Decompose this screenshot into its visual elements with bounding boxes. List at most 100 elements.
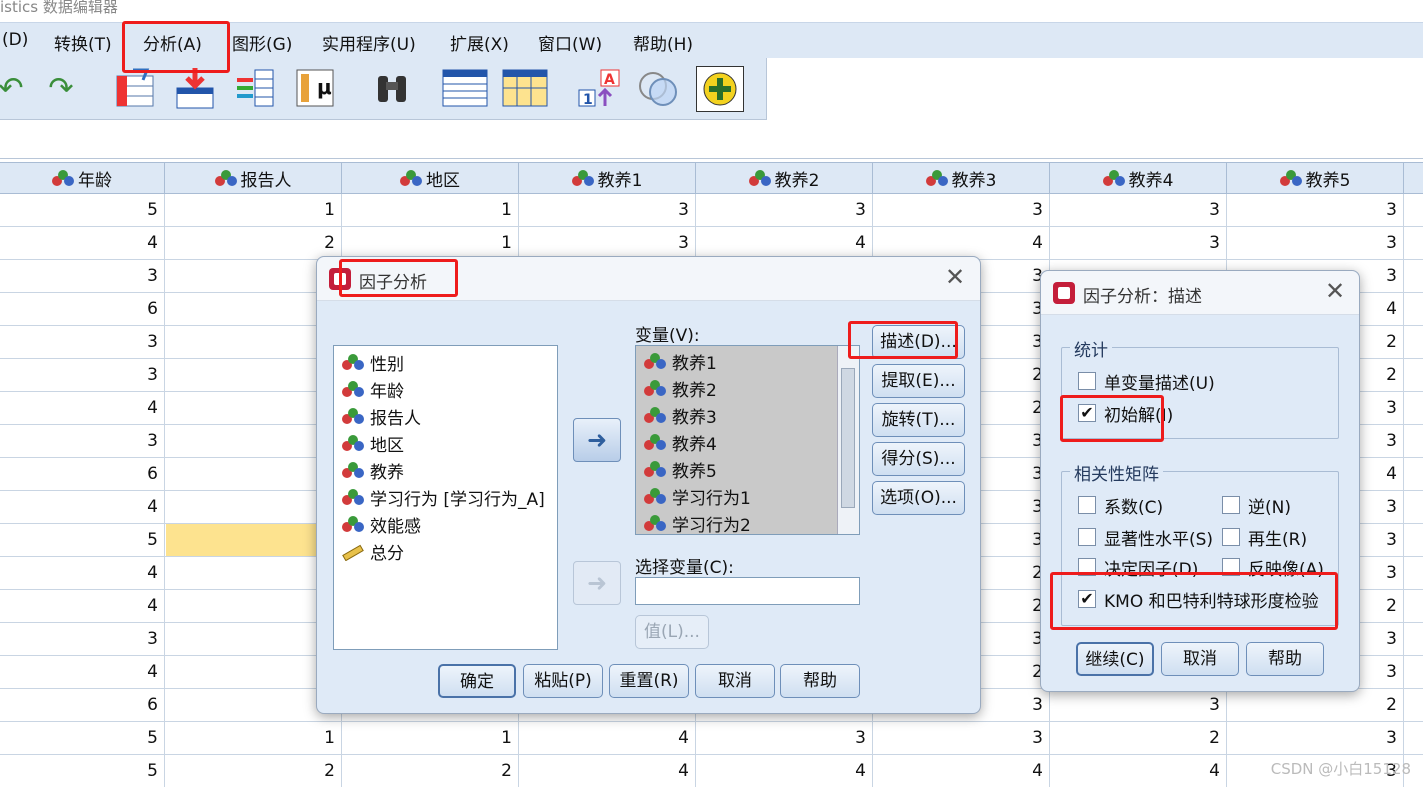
list-item[interactable]: 总分 (342, 538, 404, 565)
grid-cell[interactable]: 3 (873, 194, 1050, 226)
univariate-checkbox[interactable] (1078, 372, 1096, 390)
grid-cell[interactable]: 4 (519, 722, 696, 754)
grid-cell[interactable]: 4 (873, 227, 1050, 259)
reset-button[interactable]: 重置(R) (609, 664, 689, 698)
grid-cell[interactable]: 3 (873, 722, 1050, 754)
split-file-icon[interactable] (500, 64, 550, 112)
list-item[interactable]: 年龄 (342, 376, 404, 403)
kmo-bartlett-checkbox[interactable]: ✔ (1078, 590, 1096, 608)
grid-cell[interactable]: 3 (0, 425, 165, 457)
insert-cases-icon[interactable] (440, 64, 490, 112)
close-icon[interactable]: ✕ (1325, 279, 1345, 303)
column-header[interactable]: 教养2 (696, 163, 873, 194)
move-right-arrow-icon[interactable]: ➜ (573, 561, 621, 605)
find-icon[interactable] (367, 64, 417, 112)
cancel-button[interactable]: 取消 (1161, 642, 1239, 676)
grid-cell[interactable]: 3 (696, 722, 873, 754)
menu-analyze[interactable]: 分析(A) (143, 30, 202, 55)
initial-solution-checkbox[interactable]: ✔ (1078, 404, 1096, 422)
menu-transform[interactable]: 转换(T) (54, 30, 112, 55)
grid-cell[interactable]: 4 (519, 755, 696, 787)
cancel-button[interactable]: 取消 (695, 664, 775, 698)
list-item[interactable]: 教养3 (644, 402, 717, 429)
grid-cell[interactable]: 1 (342, 227, 519, 259)
select-cases-icon[interactable] (634, 64, 684, 112)
grid-cell[interactable]: 4 (0, 656, 165, 688)
extraction-button[interactable]: 提取(E)... (872, 364, 965, 398)
goto-variable-icon[interactable] (170, 64, 220, 112)
grid-cell[interactable]: 3 (1227, 227, 1404, 259)
list-item[interactable]: 效能感 (342, 511, 421, 538)
grid-cell[interactable]: 3 (0, 260, 165, 292)
grid-cell[interactable]: 4 (1050, 755, 1227, 787)
continue-button[interactable]: 继续(C) (1076, 642, 1154, 676)
list-item[interactable]: 性别 (342, 349, 404, 376)
grid-cell[interactable]: 4 (696, 755, 873, 787)
grid-cell[interactable]: 5 (0, 722, 165, 754)
grid-cell[interactable]: 1 (165, 194, 342, 226)
grid-cell[interactable]: 3 (0, 326, 165, 358)
grid-cell[interactable]: 4 (696, 227, 873, 259)
grid-cell[interactable]: 4 (0, 392, 165, 424)
grid-cell[interactable]: 6 (0, 689, 165, 721)
grid-cell[interactable]: 2 (165, 755, 342, 787)
list-item[interactable]: 学习行为1 (644, 483, 751, 510)
variables-list[interactable]: 教养1 教养2 教养3 教养4 教养5 学习行为1 学习行为2 (635, 345, 860, 537)
column-header[interactable]: 地区 (342, 163, 519, 194)
grid-cell[interactable]: 3 (1227, 722, 1404, 754)
grid-cell[interactable]: 3 (1227, 194, 1404, 226)
menu-help[interactable]: 帮助(H) (633, 30, 693, 55)
grid-cell[interactable]: 2 (342, 755, 519, 787)
menu-window[interactable]: 窗口(W) (538, 30, 602, 55)
source-variable-list[interactable]: 性别 年龄 报告人 地区 教养 学习行为 [学习行为_A] 效能感 总分 (333, 345, 558, 650)
grid-cell[interactable]: 2 (1050, 722, 1227, 754)
grid-cell[interactable]: 3 (0, 623, 165, 655)
redo-icon[interactable]: ↷ (36, 64, 86, 112)
menu-extensions[interactable]: 扩展(X) (450, 30, 509, 55)
goto-case-icon[interactable] (110, 64, 160, 112)
selection-variable-field[interactable] (635, 577, 860, 605)
grid-cell[interactable]: 4 (0, 491, 165, 523)
grid-cell[interactable]: 2 (165, 227, 342, 259)
grid-cell[interactable]: 4 (873, 755, 1050, 787)
coefficients-checkbox[interactable] (1078, 496, 1096, 514)
rotation-button[interactable]: 旋转(T)... (872, 403, 965, 437)
move-left-arrow-icon[interactable]: ➜ (573, 418, 621, 462)
grid-cell[interactable]: 4 (0, 590, 165, 622)
menu-graphs[interactable]: 图形(G) (232, 30, 292, 55)
column-header[interactable]: 教养5 (1227, 163, 1404, 194)
grid-cell[interactable]: 1 (342, 194, 519, 226)
grid-cell[interactable]: 2 (1227, 689, 1404, 721)
list-item[interactable]: 教养2 (644, 375, 717, 402)
variables-scrollbar[interactable] (837, 346, 859, 534)
grid-cell[interactable]: 3 (0, 359, 165, 391)
list-item[interactable]: 地区 (342, 430, 404, 457)
grid-cell[interactable]: 1 (165, 722, 342, 754)
grid-cell[interactable]: 3 (1050, 194, 1227, 226)
menu-utilities[interactable]: 实用程序(U) (322, 30, 416, 55)
column-header[interactable]: 报告人 (165, 163, 342, 194)
scores-button[interactable]: 得分(S)... (872, 442, 965, 476)
grid-cell[interactable]: 3 (519, 227, 696, 259)
grid-cell[interactable]: 5 (0, 755, 165, 787)
column-header[interactable]: 教养3 (873, 163, 1050, 194)
anti-image-checkbox[interactable] (1222, 558, 1240, 576)
descriptives-button[interactable]: 描述(D)... (872, 325, 965, 359)
determinant-checkbox[interactable] (1078, 558, 1096, 576)
column-header[interactable]: 年龄 (0, 163, 165, 194)
grid-cell[interactable]: 3 (1050, 689, 1227, 721)
list-item[interactable]: 学习行为2 (644, 510, 751, 537)
help-button[interactable]: 帮助 (780, 664, 860, 698)
inverse-checkbox[interactable] (1222, 496, 1240, 514)
list-item[interactable]: 教养1 (644, 348, 717, 375)
grid-cell[interactable]: 6 (0, 458, 165, 490)
weight-cases-icon[interactable]: A1 (574, 64, 624, 112)
list-item[interactable]: 报告人 (342, 403, 421, 430)
scrollbar-thumb[interactable] (841, 368, 855, 508)
grid-cell[interactable]: 3 (519, 194, 696, 226)
undo-icon[interactable]: ↶ (0, 64, 36, 112)
value-labels-icon[interactable]: μ (290, 64, 340, 112)
column-header[interactable]: 教养1 (519, 163, 696, 194)
selected-cell[interactable] (166, 524, 341, 556)
menu-data[interactable]: (D) (2, 30, 28, 50)
